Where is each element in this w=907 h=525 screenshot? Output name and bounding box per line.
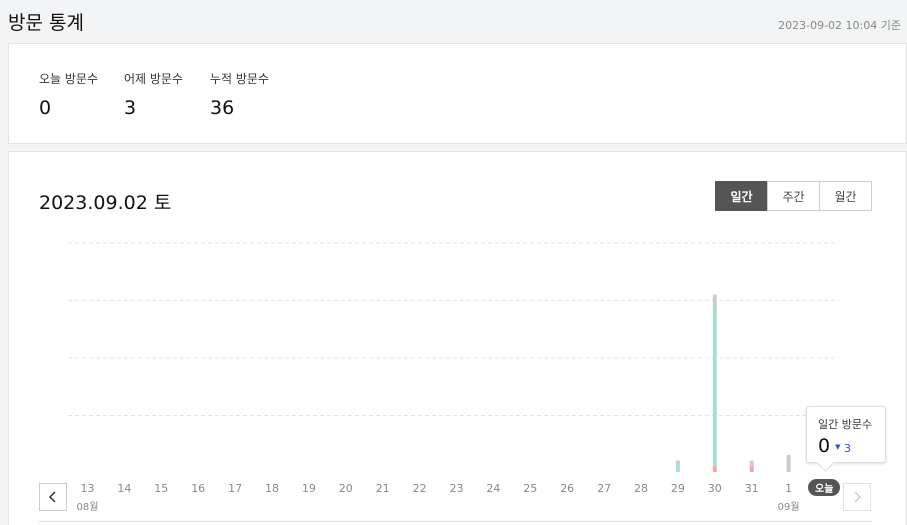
tooltip-value: 0 [818,435,831,457]
timestamp: 2023-09-02 10:04 기준 [778,19,901,32]
today-badge: 오늘 [808,479,841,496]
stats-card: 오늘 방문수 0 어제 방문수 3 누적 방문수 36 [8,43,907,144]
stat-yesterday: 어제 방문수 3 [124,70,183,119]
month-label: 09월 [778,501,800,513]
bar-31-s1 [749,466,754,472]
daily-visits-tooltip: 일간 방문수 0 ▼ 3 [806,406,886,463]
prev-period-button[interactable] [39,483,67,511]
x-tick-label: 16 [191,482,205,495]
bar-31-s2 [749,460,754,467]
bar-1-s2 [786,454,791,472]
stat-total: 누적 방문수 36 [210,70,269,119]
x-tick-label: 24 [486,482,500,495]
x-tick-label: 14 [117,482,131,495]
x-tick-label: 19 [302,482,316,495]
stat-label: 어제 방문수 [124,72,184,86]
next-period-button[interactable] [843,483,871,511]
x-tick-label: 25 [523,482,537,495]
x-tick-label: 20 [339,482,353,495]
stat-label: 오늘 방문수 [39,72,99,86]
bar-30-s1 [712,466,717,472]
x-tick-label: 30 [708,482,722,495]
page-title: 방문 통계 [8,12,84,34]
chevron-left-icon [48,491,56,503]
x-tick-label: 1 [785,482,792,495]
x-tick-label: 27 [597,482,611,495]
stat-label: 누적 방문수 [210,72,270,86]
x-tick-label: 22 [413,482,427,495]
tooltip-label: 일간 방문수 [818,418,873,431]
daily-visits-chart: 13 14 15 16 17 18 19 20 21 22 23 24 25 26 27 28 29 30 31 1 0… [68,242,839,513]
month-label: 08월 [77,501,99,513]
stat-value: 3 [124,97,137,119]
x-tick-label: 29 [671,482,685,495]
x-tick-label: 21 [376,482,390,495]
stat-today: 오늘 방문수 0 [39,70,98,119]
bar-29-s2 [675,460,680,467]
bar-30-s0 [712,305,717,467]
x-tick-label: 13 [81,482,95,495]
chart-card: 2023.09.02 토 일간 주간 월간 13 14 15 16 17 18 19 20 21… [8,151,907,525]
x-tick-label: 15 [154,482,168,495]
tooltip-diff: ▼ 3 [835,442,851,455]
x-tick-label: 28 [634,482,648,495]
bar-30-s2 [712,294,717,306]
x-tick-label: 31 [745,482,759,495]
chart-bottom-divider [39,521,872,522]
x-tick-label: 23 [450,482,464,495]
stat-value: 0 [39,97,52,119]
x-tick-label: 18 [265,482,279,495]
bar-29-s0 [675,466,680,472]
triangle-down-icon: ▼ [835,443,841,451]
x-tick-label: 26 [560,482,574,495]
tooltip-diff-value: 3 [843,442,851,455]
stat-value: 36 [210,97,235,119]
chevron-right-icon [854,491,862,503]
x-tick-label: 17 [228,482,242,495]
